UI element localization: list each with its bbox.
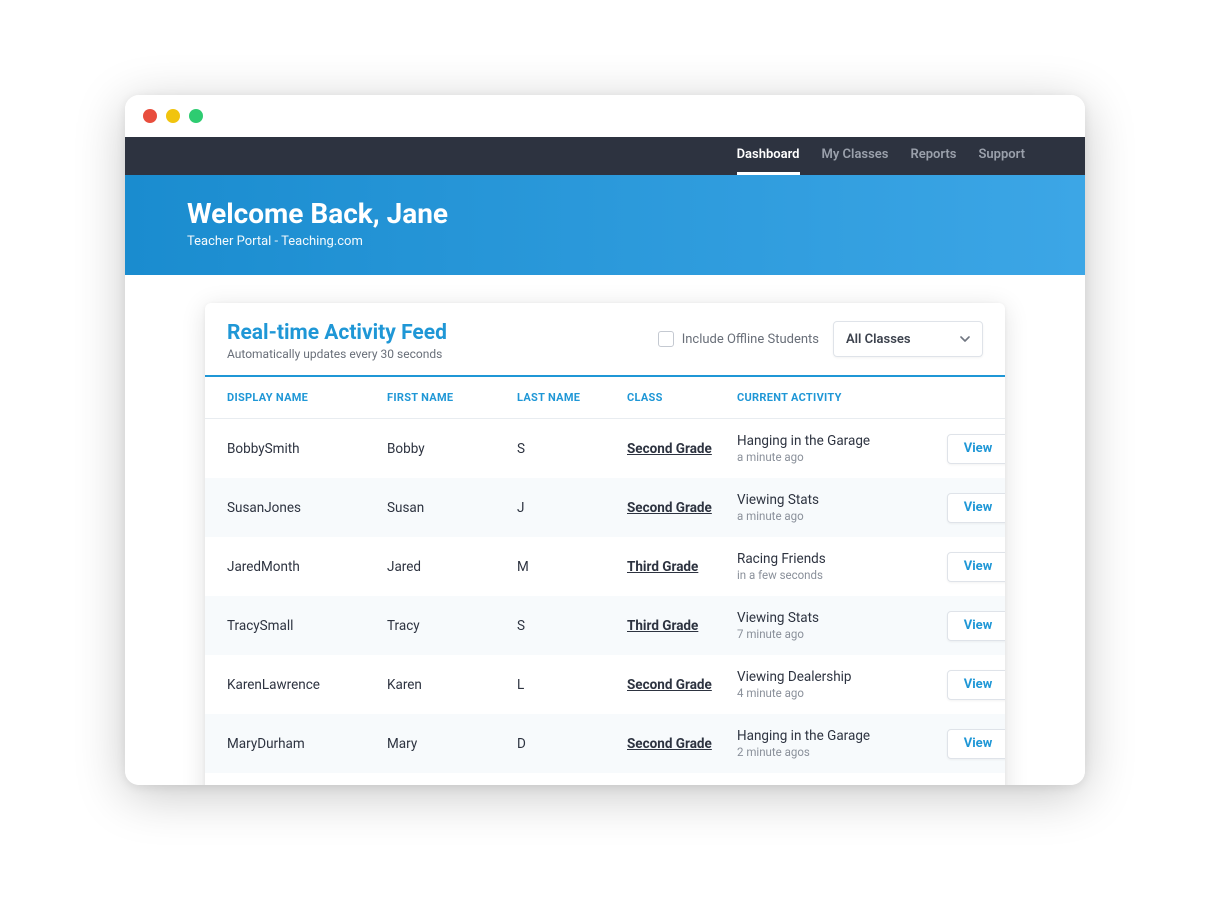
activity-title: Viewing Stats <box>737 492 947 508</box>
close-window-icon[interactable] <box>143 109 157 123</box>
activity-time: 4 minute ago <box>737 686 947 700</box>
browser-window: Dashboard My Classes Reports Support Wel… <box>125 95 1085 785</box>
view-button[interactable]: View <box>947 434 1005 464</box>
checkbox-label: Include Offline Students <box>682 332 819 347</box>
cell-last-name: M <box>517 559 627 575</box>
page-title: Welcome Back, Jane <box>187 197 1023 230</box>
table-row: MaryDurhamMaryDSecond Grade Hanging in th… <box>205 714 1005 773</box>
cell-last-name: S <box>517 618 627 634</box>
chevron-down-icon <box>960 334 970 344</box>
activity-title: Viewing Stats <box>737 610 947 626</box>
table-row: TracySmallTracySThird Grade Viewing Stats… <box>205 596 1005 655</box>
card-header: Real-time Activity Feed Automatically up… <box>205 303 1005 377</box>
class-link[interactable]: Second Grade <box>627 736 712 752</box>
cell-first-name: Karen <box>387 677 517 693</box>
hero-banner: Welcome Back, Jane Teacher Portal - Teac… <box>125 175 1085 275</box>
view-button[interactable]: View <box>947 552 1005 582</box>
activity-time: a minute ago <box>737 509 947 523</box>
card-subtitle: Automatically updates every 30 seconds <box>227 347 447 361</box>
table-row: KarenLawrenceKarenLSecond Grade Viewing D… <box>205 655 1005 714</box>
cell-activity: Viewing Statsa minute ago <box>737 492 947 523</box>
activity-time: 7 minute ago <box>737 627 947 641</box>
table-header-row: DISPLAY NAME FIRST NAME LAST NAME CLASS … <box>205 377 1005 419</box>
cell-display-name: MaryDurham <box>227 736 387 752</box>
nav-support[interactable]: Support <box>978 137 1025 175</box>
table-body: BobbySmithBobbySSecond GradeHanging in t… <box>205 419 1005 785</box>
minimize-window-icon[interactable] <box>166 109 180 123</box>
cell-last-name: D <box>517 736 627 752</box>
top-navbar: Dashboard My Classes Reports Support <box>125 137 1085 175</box>
cell-activity: Racing Friendsin a few seconds <box>737 551 947 582</box>
cell-first-name: Mary <box>387 736 517 752</box>
activity-title: Viewing Dealership <box>737 669 947 685</box>
table-row: AstridBrownAstridBThird GradeHanging in … <box>205 773 1005 785</box>
activity-time: a minute ago <box>737 450 947 464</box>
page-subtitle: Teacher Portal - Teaching.com <box>187 234 1023 249</box>
card-title: Real-time Activity Feed <box>227 321 447 345</box>
class-link[interactable]: Third Grade <box>627 559 698 575</box>
col-display-name: DISPLAY NAME <box>227 391 387 404</box>
activity-time: in a few seconds <box>737 568 947 582</box>
cell-display-name: SusanJones <box>227 500 387 516</box>
activity-title: Racing Friends <box>737 551 947 567</box>
main-content: Real-time Activity Feed Automatically up… <box>125 275 1085 785</box>
col-first-name: FIRST NAME <box>387 391 517 404</box>
view-button[interactable]: View <box>947 611 1005 641</box>
cell-last-name: J <box>517 500 627 516</box>
class-link[interactable]: Second Grade <box>627 500 712 516</box>
cell-last-name: S <box>517 441 627 457</box>
activity-title: Hanging in the Garage <box>737 728 947 744</box>
class-link[interactable]: Third Grade <box>627 618 698 634</box>
view-button[interactable]: View <box>947 670 1005 700</box>
cell-activity: Hanging in the Garage2 minute agos <box>737 728 947 759</box>
activity-feed-card: Real-time Activity Feed Automatically up… <box>205 303 1005 785</box>
table-row: SusanJonesSusanJSecond Grade Viewing Stat… <box>205 478 1005 537</box>
maximize-window-icon[interactable] <box>189 109 203 123</box>
cell-first-name: Susan <box>387 500 517 516</box>
nav-dashboard[interactable]: Dashboard <box>737 137 800 175</box>
cell-last-name: L <box>517 677 627 693</box>
activity-time: 2 minute agos <box>737 745 947 759</box>
class-link[interactable]: Second Grade <box>627 677 712 693</box>
cell-display-name: KarenLawrence <box>227 677 387 693</box>
class-filter-select[interactable]: All Classes <box>833 321 983 357</box>
cell-first-name: Jared <box>387 559 517 575</box>
cell-activity: Hanging in the Garagea minute ago <box>737 433 947 464</box>
view-button[interactable]: View <box>947 493 1005 523</box>
cell-first-name: Tracy <box>387 618 517 634</box>
cell-activity: Viewing Stats7 minute ago <box>737 610 947 641</box>
cell-display-name: TracySmall <box>227 618 387 634</box>
table-row: BobbySmithBobbySSecond Grade Hanging in t… <box>205 419 1005 478</box>
col-class: CLASS <box>627 391 737 404</box>
include-offline-checkbox-group[interactable]: Include Offline Students <box>658 331 819 347</box>
col-last-name: LAST NAME <box>517 391 627 404</box>
activity-title: Hanging in the Garage <box>737 433 947 449</box>
nav-my-classes[interactable]: My Classes <box>822 137 889 175</box>
cell-display-name: BobbySmith <box>227 441 387 457</box>
checkbox-icon[interactable] <box>658 331 674 347</box>
class-link[interactable]: Second Grade <box>627 441 712 457</box>
view-button[interactable]: View <box>947 729 1005 759</box>
cell-display-name: JaredMonth <box>227 559 387 575</box>
nav-reports[interactable]: Reports <box>910 137 956 175</box>
table-row: JaredMonthJaredMThird Grade Racing Friend… <box>205 537 1005 596</box>
col-current-activity: CURRENT ACTIVITY <box>737 391 947 404</box>
cell-first-name: Bobby <box>387 441 517 457</box>
window-titlebar <box>125 95 1085 137</box>
cell-activity: Viewing Dealership4 minute ago <box>737 669 947 700</box>
select-value: All Classes <box>846 332 911 347</box>
